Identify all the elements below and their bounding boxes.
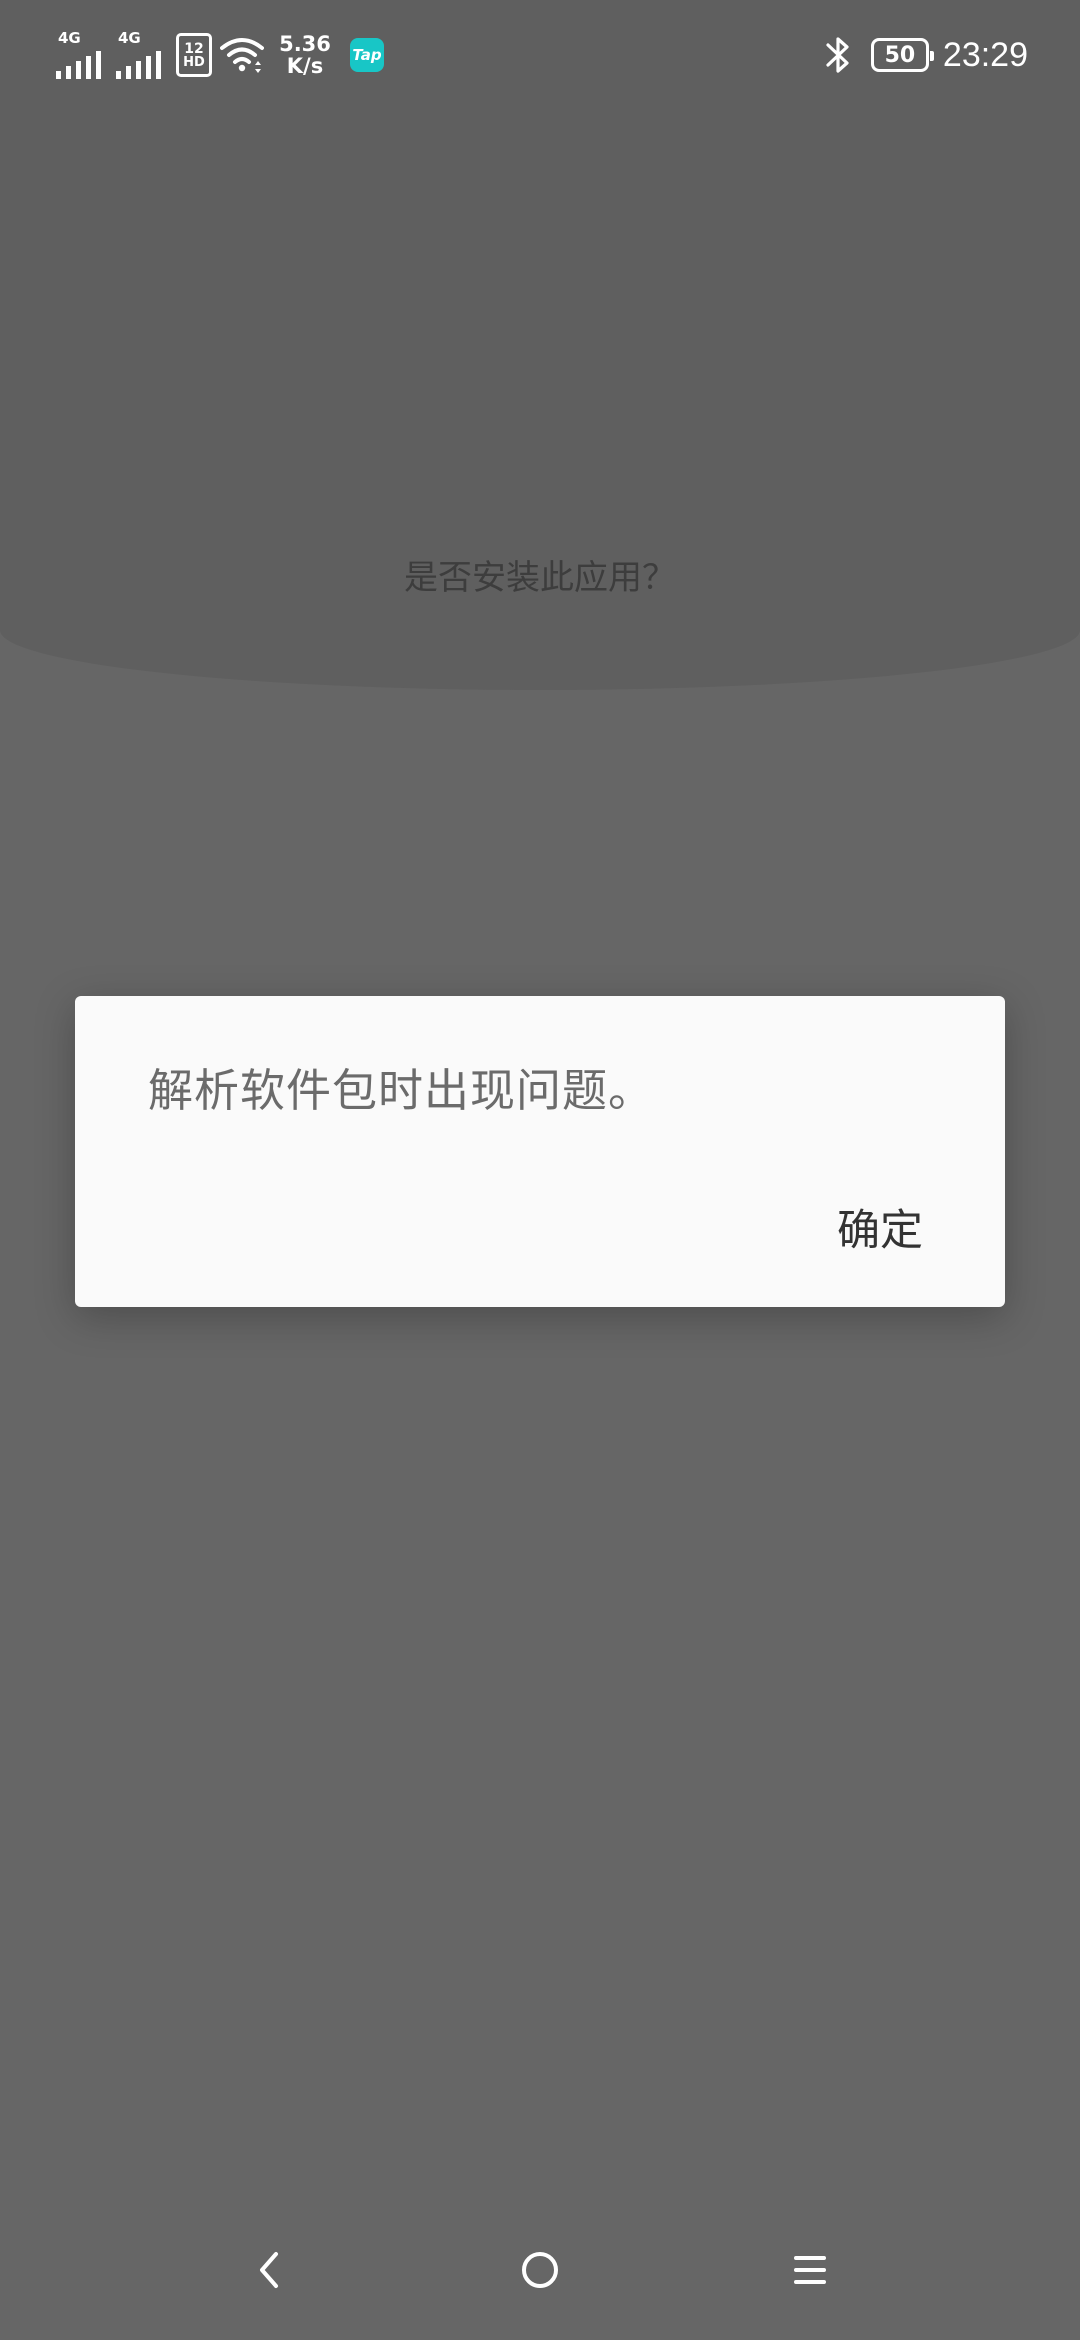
- nav-back-button[interactable]: [238, 2238, 302, 2302]
- navigation-bar: [0, 2220, 1080, 2320]
- status-bar-clock: 23:29: [942, 35, 1028, 74]
- bluetooth-icon: [826, 37, 849, 73]
- dialog-message: 解析软件包时出现问题。: [148, 1064, 655, 1117]
- parse-error-dialog: 解析软件包时出现问题。 确定: [75, 996, 1005, 1307]
- status-bar-right: 50 23:29: [823, 28, 1028, 82]
- chevron-left-icon: [260, 2252, 278, 2288]
- nav-home-button[interactable]: [508, 2238, 572, 2302]
- network-speed: 5.36 K/s: [276, 33, 334, 77]
- hd-voice-sim-numbers: 12: [184, 40, 204, 57]
- status-bar: 4G 4G 12 HD 5.36 K/s Tap 50 23:29: [0, 0, 1080, 110]
- sim1-signal-icon: 4G: [56, 31, 106, 79]
- install-question-text: 是否安装此应用？: [404, 558, 676, 598]
- status-bar-left: 4G 4G 12 HD 5.36 K/s Tap: [56, 30, 384, 80]
- taptap-notification-icon: Tap: [350, 38, 384, 72]
- hd-voice-icon: 12 HD: [176, 33, 212, 77]
- battery-level: 50: [884, 42, 916, 68]
- taptap-icon-label: Tap: [352, 46, 382, 64]
- network-speed-unit: K/s: [286, 54, 324, 78]
- circle-home-icon: [522, 2252, 558, 2288]
- nav-recents-button[interactable]: [778, 2238, 842, 2302]
- ok-button[interactable]: 确定: [837, 1196, 923, 1258]
- battery-icon: 50: [870, 38, 934, 72]
- sim1-network-type: 4G: [58, 29, 81, 47]
- sim2-signal-icon: 4G: [116, 31, 166, 79]
- network-speed-value: 5.36: [279, 32, 331, 56]
- hd-voice-label: HD: [183, 54, 205, 70]
- menu-lines-icon: [794, 2256, 826, 2284]
- sim2-network-type: 4G: [118, 29, 141, 47]
- wifi-icon: [220, 38, 264, 73]
